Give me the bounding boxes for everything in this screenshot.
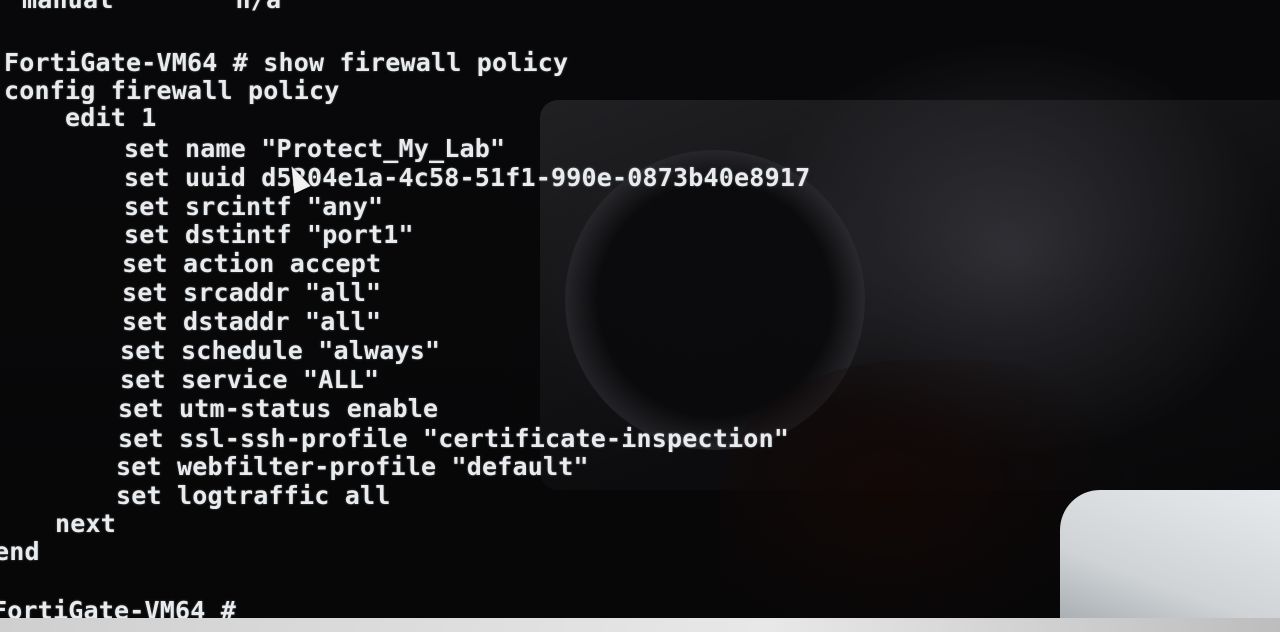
terminal-line-edit: edit 1 — [4, 103, 157, 132]
photo-of-terminal-screen: manual n/a FortiGate-VM64 # show firewal… — [0, 0, 1280, 632]
terminal-line-set-uuid: set uuid d5204e1a-4c58-51f1-990e-0873b40… — [2, 163, 811, 192]
terminal-line-set-name: set name "Protect_My_Lab" — [2, 134, 506, 163]
terminal-line-set-ssl-ssh-profile: set ssl-ssh-profile "certificate-inspect… — [0, 424, 790, 453]
terminal-line-end: end — [0, 537, 40, 566]
terminal-console[interactable]: manual n/a FortiGate-VM64 # show firewal… — [0, 0, 1060, 625]
terminal-line-set-logtraffic: set logtraffic all — [0, 481, 391, 510]
terminal-line-set-action: set action accept — [0, 249, 382, 278]
terminal-line-config: config firewall policy — [4, 76, 340, 105]
terminal-line-set-webfilter-profile: set webfilter-profile "default" — [0, 452, 589, 481]
terminal-line-set-srcintf: set srcintf "any" — [2, 192, 384, 221]
terminal-line-set-utm-status: set utm-status enable — [0, 394, 439, 423]
terminal-line-set-service: set service "ALL" — [0, 365, 380, 394]
terminal-line-set-srcaddr: set srcaddr "all" — [0, 278, 382, 307]
terminal-line-command: FortiGate-VM64 # show firewall policy — [4, 48, 569, 77]
terminal-line-next: next — [0, 509, 117, 538]
terminal-line-set-schedule: set schedule "always" — [0, 336, 441, 365]
terminal-line-prev-output: manual n/a — [22, 0, 281, 14]
screen-bezel-edge — [0, 618, 1280, 632]
terminal-line-set-dstaddr: set dstaddr "all" — [0, 307, 382, 336]
reflection-bright-area — [1060, 490, 1280, 632]
terminal-line-set-dstintf: set dstintf "port1" — [2, 220, 414, 249]
